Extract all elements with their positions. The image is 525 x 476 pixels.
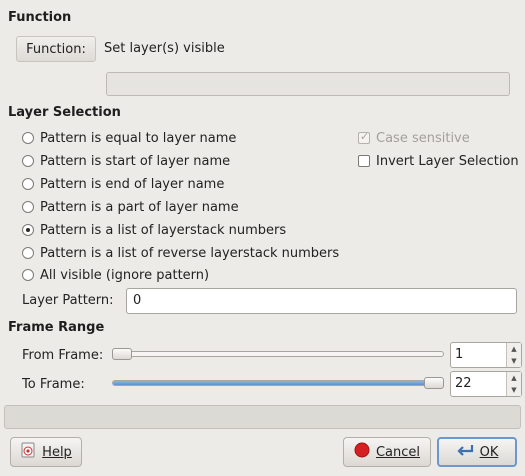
from-frame-slider-track[interactable] — [112, 351, 444, 357]
checkbox-indicator — [358, 130, 370, 144]
spin-buttons[interactable]: ▲ ▼ — [506, 343, 521, 367]
frame-range-title: Frame Range — [8, 320, 105, 335]
ok-arrow-icon — [456, 442, 474, 462]
radio-label: Pattern is start of layer name — [40, 153, 231, 169]
cancel-label: Cancel — [375, 444, 421, 460]
radio-label: Pattern is a list of layerstack numbers — [40, 222, 287, 238]
radio-label: Pattern is end of layer name — [40, 176, 225, 192]
radio-label: Pattern is equal to layer name — [40, 130, 237, 146]
radio-label: Pattern is a list of reverse layerstack … — [40, 245, 340, 261]
to-frame-slider-track[interactable] — [112, 380, 444, 386]
checkbox-indicator[interactable] — [358, 155, 370, 167]
function-info-field — [106, 72, 510, 96]
radio-indicator[interactable] — [22, 132, 34, 144]
radio-indicator[interactable] — [22, 155, 34, 167]
cancel-button[interactable]: Cancel — [343, 437, 431, 467]
function-button[interactable]: Function: — [16, 36, 96, 62]
ok-button[interactable]: OK — [437, 437, 517, 467]
radio-indicator[interactable] — [22, 269, 34, 281]
radio-indicator[interactable] — [22, 201, 34, 213]
radio-label: All visible (ignore pattern) — [40, 267, 210, 283]
ok-label: OK — [479, 444, 499, 460]
from-frame-slider-handle[interactable] — [112, 348, 132, 360]
spin-buttons[interactable]: ▲ ▼ — [506, 372, 521, 396]
status-bar — [4, 405, 521, 429]
from-frame-value[interactable]: 1 — [451, 343, 506, 367]
checkbox-label: Case sensitive — [376, 130, 470, 146]
invert-selection-checkbox[interactable]: Invert Layer Selection — [358, 151, 519, 171]
radio-all-visible[interactable]: All visible (ignore pattern) — [22, 265, 209, 285]
chevron-down-icon[interactable]: ▼ — [507, 384, 521, 396]
to-frame-slider-fill — [113, 381, 443, 385]
radio-indicator-selected[interactable] — [22, 224, 34, 236]
chevron-down-icon[interactable]: ▼ — [507, 355, 521, 367]
from-frame-label: From Frame: — [22, 348, 104, 363]
to-frame-spinbox[interactable]: 22 ▲ ▼ — [450, 371, 522, 397]
radio-pattern-end[interactable]: Pattern is end of layer name — [22, 174, 224, 194]
help-button[interactable]: Help — [10, 437, 82, 467]
from-frame-spinbox[interactable]: 1 ▲ ▼ — [450, 342, 522, 368]
case-sensitive-checkbox: Case sensitive — [358, 128, 470, 148]
radio-pattern-start[interactable]: Pattern is start of layer name — [22, 151, 230, 171]
layer-pattern-input[interactable]: 0 — [126, 288, 517, 314]
radio-label: Pattern is a part of layer name — [40, 199, 239, 215]
layer-selection-title: Layer Selection — [8, 105, 121, 120]
radio-pattern-list[interactable]: Pattern is a list of layerstack numbers — [22, 220, 286, 240]
radio-indicator[interactable] — [22, 178, 34, 190]
radio-indicator[interactable] — [22, 247, 34, 259]
radio-pattern-reverse-list[interactable]: Pattern is a list of reverse layerstack … — [22, 243, 339, 263]
to-frame-value[interactable]: 22 — [451, 372, 506, 396]
checkbox-label: Invert Layer Selection — [376, 153, 519, 169]
cancel-red-circle-icon — [354, 442, 370, 462]
chevron-up-icon[interactable]: ▲ — [507, 343, 521, 355]
help-book-icon — [20, 442, 36, 462]
function-section-title: Function — [8, 10, 72, 25]
radio-pattern-equal[interactable]: Pattern is equal to layer name — [22, 128, 236, 148]
to-frame-slider-handle[interactable] — [424, 377, 444, 389]
radio-pattern-part[interactable]: Pattern is a part of layer name — [22, 197, 239, 217]
layer-pattern-label: Layer Pattern: — [22, 293, 114, 308]
help-label: Help — [42, 444, 72, 460]
to-frame-label: To Frame: — [22, 377, 85, 392]
function-value: Set layer(s) visible — [104, 41, 225, 56]
chevron-up-icon[interactable]: ▲ — [507, 372, 521, 384]
